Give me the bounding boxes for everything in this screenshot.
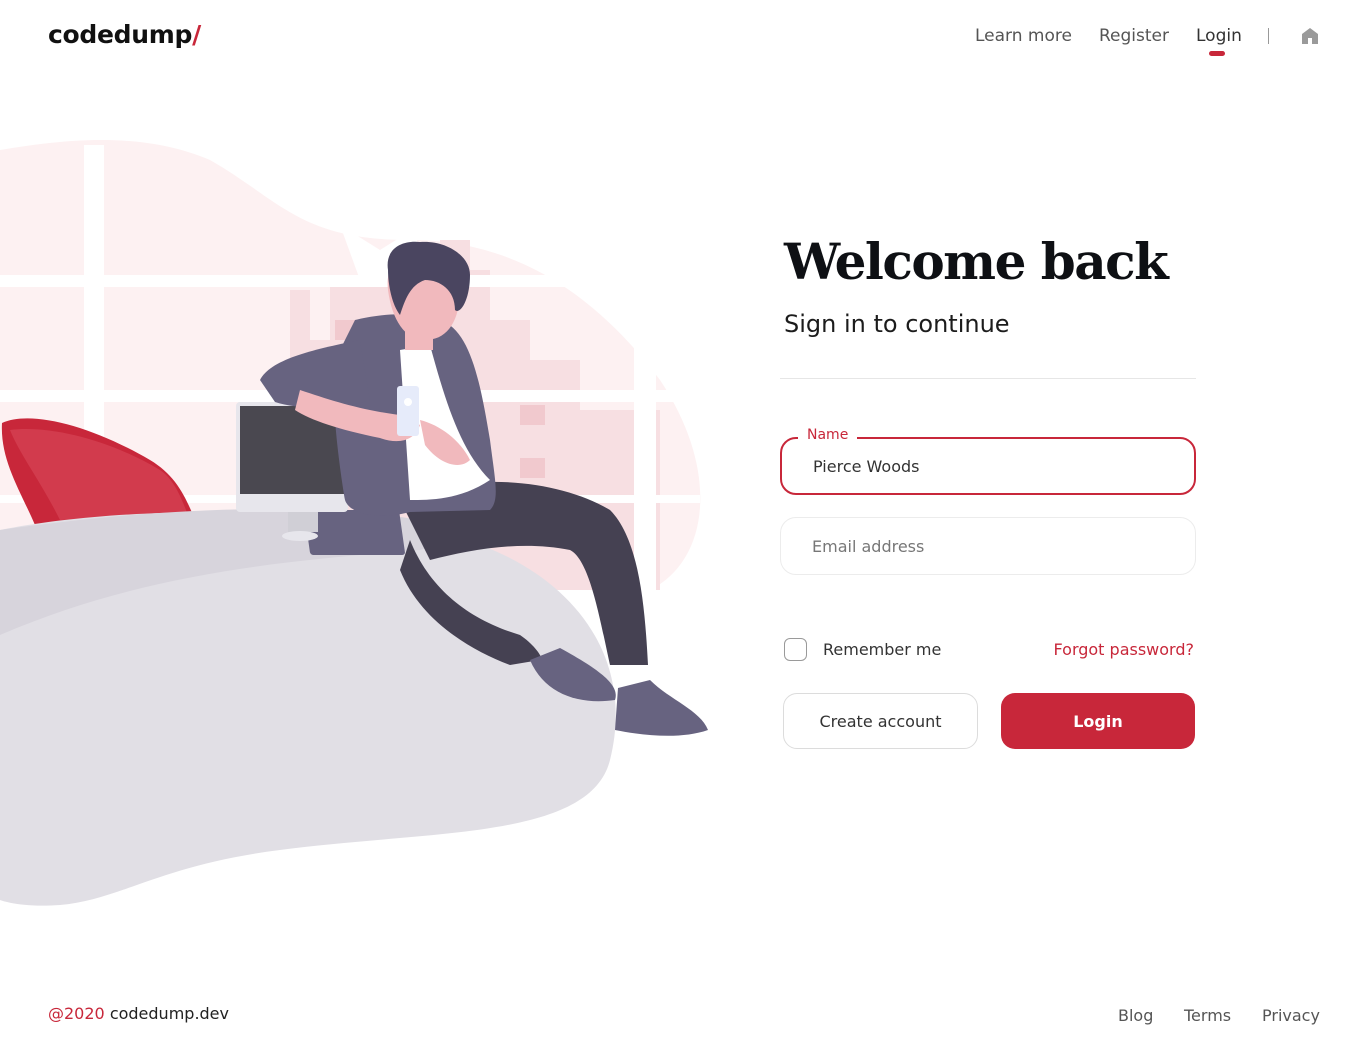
desk — [0, 509, 616, 906]
create-account-button[interactable]: Create account — [783, 693, 978, 749]
copyright-year: @2020 — [48, 1004, 105, 1023]
brand-logo[interactable]: codedump/ — [48, 20, 201, 49]
name-field[interactable] — [813, 439, 1173, 493]
nav-active-indicator — [1209, 51, 1225, 56]
nav-separator — [1268, 28, 1269, 44]
page-subtitle: Sign in to continue — [784, 310, 1010, 338]
footer-terms-link[interactable]: Terms — [1184, 1006, 1231, 1025]
name-field-container: Name — [780, 427, 1196, 495]
divider — [780, 378, 1196, 379]
nav-register[interactable]: Register — [1099, 26, 1169, 46]
brand-name: codedump — [48, 20, 193, 49]
footer-privacy-link[interactable]: Privacy — [1262, 1006, 1320, 1025]
remember-me-checkbox[interactable] — [784, 638, 807, 661]
copyright-site: codedump.dev — [109, 1004, 229, 1023]
footer-blog-link[interactable]: Blog — [1118, 1006, 1153, 1025]
nav-login[interactable]: Login — [1196, 26, 1242, 46]
page-title: Welcome back — [784, 232, 1169, 291]
home-icon[interactable] — [1301, 27, 1319, 45]
nav-learn-more[interactable]: Learn more — [975, 26, 1072, 46]
copyright: @2020 codedump.dev — [48, 1004, 229, 1023]
brand-slash: / — [192, 20, 201, 49]
email-field[interactable] — [812, 518, 1172, 574]
login-button[interactable]: Login — [1001, 693, 1195, 749]
forgot-password-link[interactable]: Forgot password? — [1054, 640, 1194, 659]
email-field-container — [780, 517, 1196, 575]
hero-illustration — [0, 140, 720, 920]
remember-me-label[interactable]: Remember me — [823, 640, 941, 659]
